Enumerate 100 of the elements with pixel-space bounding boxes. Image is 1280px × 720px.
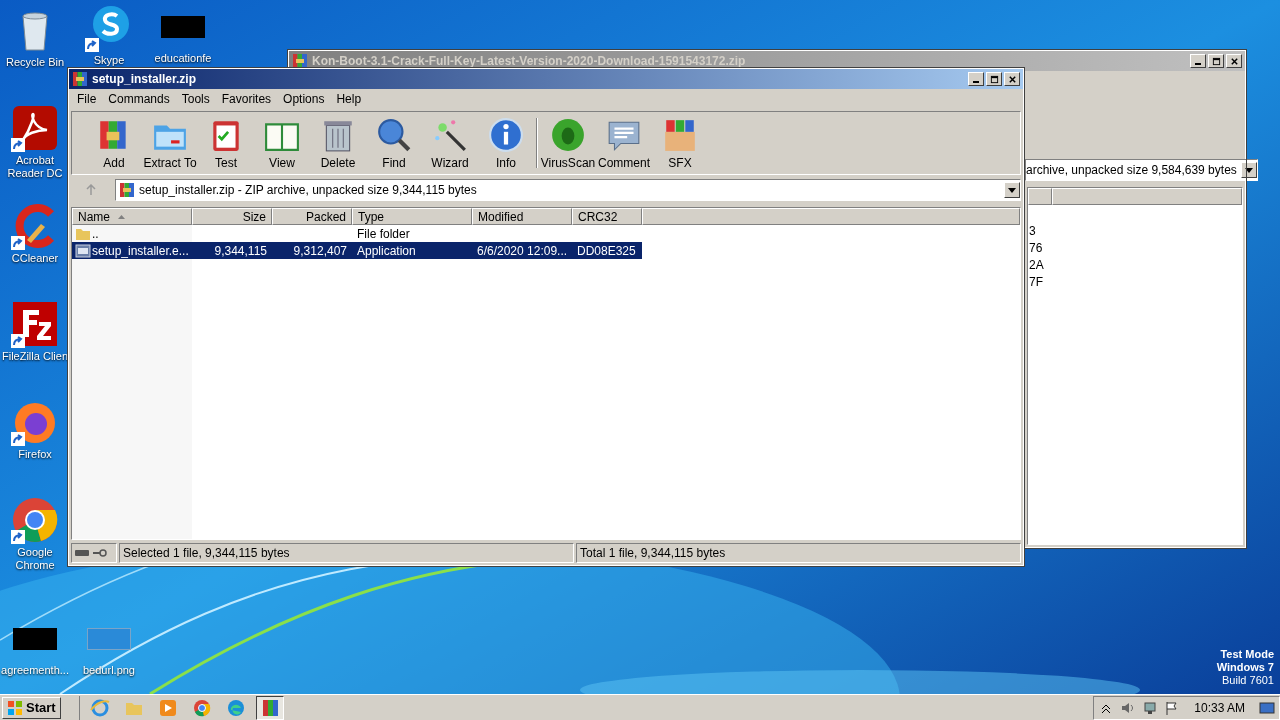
toolbar-button[interactable]: View	[254, 114, 310, 172]
toolbar-button[interactable]: VirusScan	[540, 114, 596, 172]
system-notice-text: Build 7601	[1222, 674, 1274, 687]
table-cell-text: 2A	[1028, 257, 1045, 272]
bug-icon	[552, 118, 584, 151]
clipboard-icon	[213, 120, 239, 151]
trash-icon	[324, 120, 352, 151]
close-icon	[1007, 74, 1017, 84]
status-text: Total 1 file, 9,344,115 bytes	[576, 543, 1021, 563]
drive-icon	[75, 550, 89, 556]
speech-bubble-icon	[608, 121, 640, 151]
table-cell: setup_installer.e...	[92, 243, 189, 258]
column-header[interactable]	[1052, 188, 1242, 205]
application-icon	[75, 243, 91, 258]
minimize-button[interactable]	[1190, 54, 1206, 68]
status-text: Selected 1 file, 9,344,115 bytes	[119, 543, 574, 563]
column-header[interactable]: Type	[352, 208, 472, 225]
toolbar-button[interactable]: Delete	[310, 114, 366, 172]
chrome-icon	[11, 496, 59, 544]
info-icon	[489, 117, 523, 152]
media-player-icon	[159, 699, 176, 716]
desktop-icon-label[interactable]: FileZilla Clien	[2, 350, 68, 363]
close-icon	[1229, 56, 1239, 66]
minimize-icon	[973, 81, 979, 83]
file-row[interactable]: setup_installer.e... 9,344,115 9,312,407 Application 6/6/2020 12:09... DD08E325	[72, 242, 642, 259]
toolbar-button[interactable]: Add	[86, 114, 142, 172]
address-field[interactable]: setup_installer.zip - ZIP archive, unpacked size 9,344,115 bytes	[115, 179, 1021, 201]
column-header[interactable]: Size	[192, 208, 272, 225]
desktop-icon-label[interactable]: CCleaner	[11, 252, 59, 265]
image-file-icon	[87, 628, 131, 650]
folder-icon	[125, 702, 142, 715]
filezilla-icon	[11, 300, 59, 348]
window-title: setup_installer.zip	[92, 72, 198, 86]
table-cell: ..	[92, 226, 99, 241]
desktop-icon-label[interactable]: Firefox	[18, 448, 52, 461]
close-button[interactable]	[1004, 72, 1020, 86]
menu-item[interactable]: Favorites	[215, 91, 278, 107]
table-cell: File folder	[357, 226, 410, 241]
window-title: Kon-Boot-3.1-Crack-Full-Key-Latest-Version-2020-Download-1591543172.zip	[312, 54, 747, 68]
desktop-icon-label[interactable]: Skype	[93, 54, 125, 67]
address-field[interactable]: archive, unpacked size 9,584,639 bytes	[1025, 159, 1258, 181]
redacted-icon	[161, 16, 205, 38]
table-cell: 9,344,115	[214, 243, 267, 258]
menu-item[interactable]: Commands	[102, 91, 176, 107]
network-icon[interactable]	[1142, 699, 1159, 716]
toolbar-button[interactable]: Find	[366, 114, 422, 172]
start-button[interactable]: Start	[2, 696, 61, 719]
key-icon	[93, 549, 107, 557]
table-cell-text: 76	[1028, 240, 1044, 255]
chrome-icon	[193, 699, 210, 716]
minimize-button[interactable]	[968, 72, 984, 86]
desktop-icon-label[interactable]: Recycle Bin	[5, 56, 65, 69]
folder-icon	[154, 124, 186, 150]
redacted-icon	[13, 628, 57, 650]
desktop-icon-label[interactable]: Google Chrome	[1, 546, 69, 572]
search-icon	[378, 118, 411, 151]
column-header[interactable]: CRC32	[572, 208, 642, 225]
table-cell: 9,312,407	[293, 243, 347, 258]
maximize-button[interactable]	[1208, 54, 1224, 68]
toolbar-button[interactable]: Wizard	[422, 114, 478, 172]
table-cell: Application	[357, 243, 416, 258]
acrobat-icon	[11, 104, 59, 152]
internet-explorer-icon	[89, 699, 110, 716]
system-notice-text: Test Mode	[1220, 648, 1274, 661]
books-icon	[100, 120, 126, 149]
toolbar-button[interactable]: Test	[198, 114, 254, 172]
taskbar-button[interactable]	[255, 695, 284, 720]
column-header[interactable]: Name	[72, 208, 192, 225]
edge-icon	[227, 699, 244, 716]
menu-item[interactable]: File	[71, 91, 103, 107]
winrar-icon	[292, 53, 308, 69]
table-cell-text: 3	[1028, 223, 1037, 238]
winrar-icon	[262, 699, 278, 716]
winrar-icon	[119, 182, 135, 198]
toolbar-button[interactable]: Extract To	[142, 114, 198, 172]
column-header[interactable]: Modified	[472, 208, 572, 225]
toolbar-button[interactable]: Info	[478, 114, 534, 172]
desktop-icon-label[interactable]: educationfe	[154, 52, 212, 65]
close-button[interactable]	[1226, 54, 1242, 68]
table-cell-text: 7F	[1028, 274, 1044, 289]
file-row[interactable]: .. File folder	[72, 225, 642, 242]
desktop-icon-label[interactable]: Acrobat Reader DC	[1, 154, 69, 180]
maximize-icon	[1211, 56, 1221, 66]
windows-logo-icon	[7, 699, 23, 716]
box-icon	[665, 119, 695, 151]
maximize-icon	[989, 74, 999, 84]
menu-item[interactable]: Options	[277, 91, 331, 107]
book-icon	[265, 122, 299, 151]
menu-item[interactable]: Tools	[175, 91, 216, 107]
table-cell: 6/6/2020 12:09...	[477, 243, 568, 258]
winrar-icon	[72, 71, 88, 87]
toolbar-button[interactable]: Comment	[596, 114, 652, 172]
column-header[interactable]	[642, 208, 1020, 225]
column-header[interactable]	[1028, 188, 1052, 205]
maximize-button[interactable]	[986, 72, 1002, 86]
toolbar-button[interactable]: SFX	[652, 114, 708, 172]
menu-item[interactable]: Help	[330, 91, 368, 107]
show-desktop-icon[interactable]	[1259, 699, 1275, 716]
minimize-icon	[1195, 63, 1201, 65]
column-header[interactable]: Packed	[272, 208, 352, 225]
